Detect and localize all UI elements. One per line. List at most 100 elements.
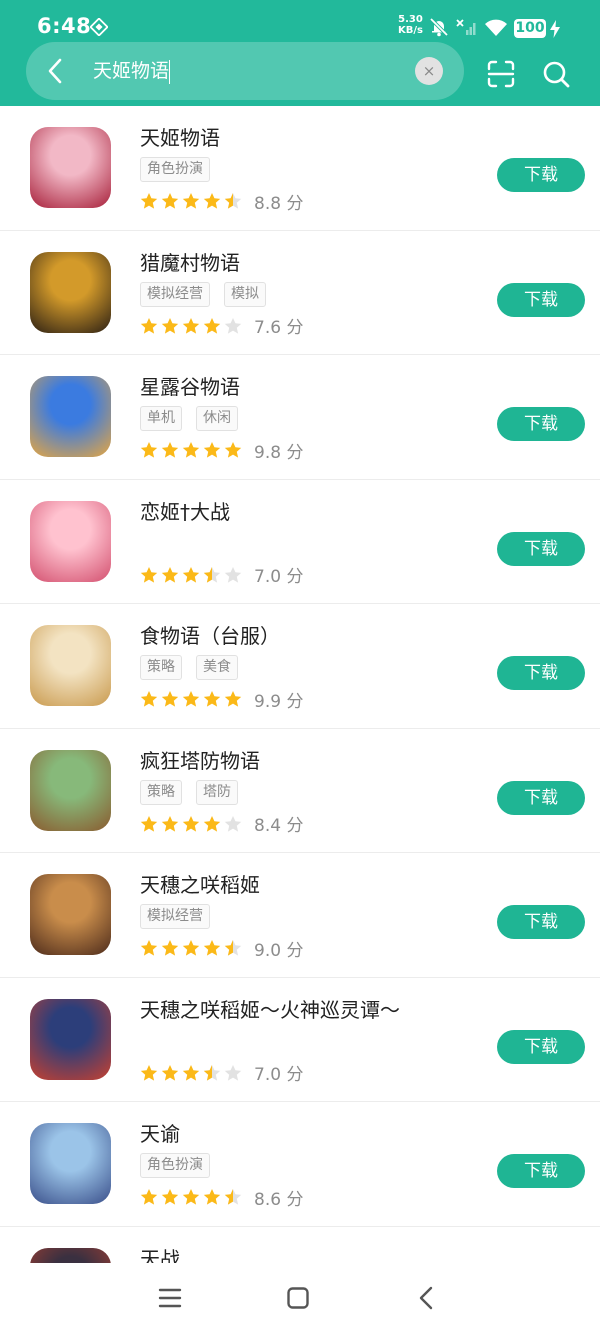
star-full-icon: [203, 442, 221, 458]
app-rating: 7.6 分: [140, 315, 304, 338]
menu-button[interactable]: [157, 1285, 183, 1311]
star-full-icon: [203, 815, 221, 832]
star-full-icon: [140, 815, 158, 832]
scan-button[interactable]: [486, 59, 516, 89]
search-bar: [26, 42, 464, 100]
app-name[interactable]: 天战: [140, 1243, 180, 1264]
home-button[interactable]: [285, 1285, 311, 1311]
app-name[interactable]: 恋姬†大战: [140, 496, 230, 525]
category-tag: 策略: [140, 655, 182, 680]
network-speed: 5.30 KB/s: [398, 14, 423, 36]
app-result-row[interactable]: 天谕 角色扮演 8.6 分 下载: [0, 1102, 600, 1227]
download-button[interactable]: 下载: [497, 531, 585, 566]
star-full-icon: [161, 691, 179, 707]
download-button[interactable]: 下载: [497, 407, 585, 441]
text-cursor: [169, 60, 170, 84]
chevron-left-icon: [48, 58, 62, 84]
app-rating: 9.8 分: [140, 439, 303, 463]
app-result-row[interactable]: 星露谷物语 单机 休闲 9.8 分 下载: [0, 355, 600, 480]
star-full-icon: [161, 815, 179, 832]
star-full-icon: [140, 940, 158, 956]
app-result-row[interactable]: 天战: [0, 1227, 600, 1264]
search-results-list: 天姬物语 角色扮演 8.8 分下载 猎魔村物语 模拟经营 模拟 7.6 分下载 星露谷物语 单机…: [0, 106, 600, 1263]
clear-search-button[interactable]: ×: [415, 57, 443, 85]
star-half-icon: [224, 193, 242, 209]
download-button[interactable]: 下载: [497, 656, 585, 690]
app-tags: 策略 美食: [140, 655, 238, 680]
category-tag: 休闲: [196, 406, 238, 431]
app-icon[interactable]: [30, 1247, 111, 1263]
download-button[interactable]: 下载: [497, 780, 585, 815]
star-full-icon: [140, 1189, 158, 1205]
app-result-row[interactable]: 天穗之咲稻姬 模拟经营 9.0 分 下载: [0, 853, 600, 978]
back-chevron-icon: [419, 1286, 433, 1310]
app-name[interactable]: 星露谷物语: [140, 371, 240, 400]
back-button[interactable]: [40, 55, 72, 87]
star-half-icon: [203, 566, 221, 583]
search-button[interactable]: [541, 59, 571, 89]
category-tag: 塔防: [196, 779, 238, 805]
star-full-icon: [203, 691, 221, 707]
download-button[interactable]: 下载: [497, 282, 585, 317]
star-full-icon: [203, 317, 221, 334]
app-tags: 模拟经营: [140, 904, 210, 929]
star-full-icon: [182, 940, 200, 956]
app-icon[interactable]: [30, 500, 111, 582]
app-result-row[interactable]: 食物语（台服） 策略 美食 9.9 分 下载: [0, 604, 600, 729]
star-full-icon: [161, 566, 179, 583]
category-tag: 角色扮演: [140, 157, 210, 182]
star-full-icon: [140, 442, 158, 458]
app-result-row[interactable]: 恋姬†大战 7.0 分 下载: [0, 480, 600, 604]
clock: 6:48: [37, 14, 92, 38]
app-result-row[interactable]: 天姬物语角色扮演 8.8 分 下载: [0, 106, 600, 231]
app-rating: 8.6 分: [140, 1186, 303, 1210]
app-result-row[interactable]: 猎魔村物语模拟经营 模拟 7.6 分 下载: [0, 231, 600, 355]
app-name[interactable]: 天姬物语: [140, 122, 220, 151]
app-icon[interactable]: [30, 251, 111, 333]
download-button[interactable]: 下载: [497, 1154, 585, 1188]
star-rating: [140, 690, 242, 708]
star-rating: [140, 192, 242, 210]
category-tag: 策略: [140, 779, 182, 805]
app-name[interactable]: 天穗之咲稻姬: [140, 869, 260, 898]
signal-icon: [454, 17, 478, 41]
star-full-icon: [203, 193, 221, 209]
star-rating: [140, 1188, 242, 1206]
download-button[interactable]: 下载: [497, 905, 585, 939]
star-full-icon: [182, 1189, 200, 1205]
app-name[interactable]: 疯狂塔防物语: [140, 745, 260, 774]
app-result-row[interactable]: 疯狂塔防物语 策略 塔防 8.4 分 下载: [0, 729, 600, 853]
app-name[interactable]: 食物语（台服）: [140, 620, 280, 649]
download-button[interactable]: 下载: [497, 1029, 585, 1064]
star-half-icon: [224, 940, 242, 956]
star-empty-icon: [224, 1064, 242, 1081]
download-button[interactable]: 下载: [497, 158, 585, 192]
app-tags: 模拟经营 模拟: [140, 281, 266, 307]
star-full-icon: [161, 442, 179, 458]
system-back-button[interactable]: [414, 1285, 440, 1311]
star-full-icon: [161, 1064, 179, 1081]
app-rating: 8.8 分: [140, 190, 303, 214]
system-navigation-bar: [0, 1263, 600, 1333]
app-icon[interactable]: [30, 874, 111, 955]
app-name[interactable]: 天谕: [140, 1118, 180, 1147]
category-tag: 美食: [196, 655, 238, 680]
star-empty-icon: [224, 815, 242, 832]
app-icon[interactable]: [30, 127, 111, 208]
star-full-icon: [140, 317, 158, 334]
app-name[interactable]: 猎魔村物语: [140, 247, 240, 276]
search-input[interactable]: 天姬物语: [93, 58, 169, 84]
category-tag: 模拟: [224, 281, 266, 307]
app-rating: 7.0 分: [140, 564, 303, 587]
app-tags: 策略 塔防: [140, 779, 238, 805]
app-icon[interactable]: [30, 1123, 111, 1204]
app-result-row[interactable]: 天穗之咲稻姬～火神巡灵谭～ 7.0 分 下载: [0, 978, 600, 1102]
rating-score: 7.6 分: [254, 318, 304, 338]
app-icon[interactable]: [30, 749, 111, 831]
app-rating: 8.4 分: [140, 813, 303, 836]
app-name[interactable]: 天穗之咲稻姬～火神巡灵谭～: [140, 994, 400, 1023]
top-bar: 6:48 5.30 KB/s 100 天姬物语 ×: [0, 0, 600, 106]
app-icon[interactable]: [30, 998, 111, 1080]
app-icon[interactable]: [30, 376, 111, 457]
app-icon[interactable]: [30, 625, 111, 706]
